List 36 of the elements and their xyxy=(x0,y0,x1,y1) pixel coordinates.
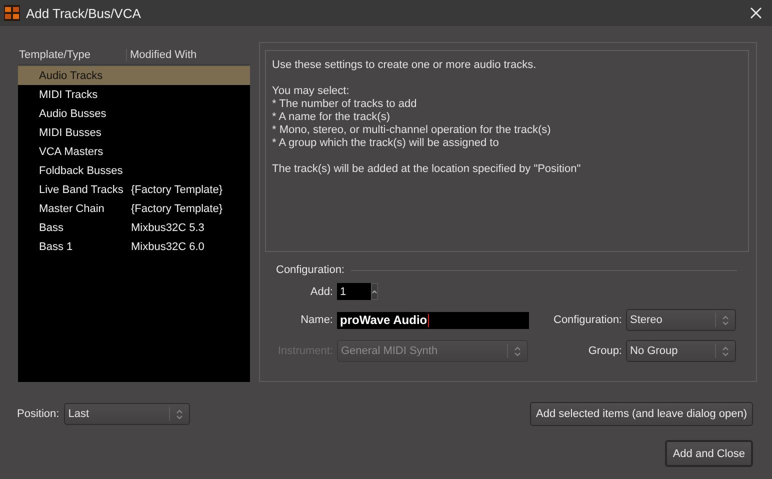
template-row[interactable]: MIDI Tracks xyxy=(18,85,250,104)
section-title: Configuration: xyxy=(276,264,344,276)
dropdown[interactable]: Last xyxy=(64,403,190,425)
template-row[interactable]: Master Chain {Factory Template} xyxy=(18,199,250,218)
description-text: Use these settings to create one or more audio tracks. xyxy=(272,59,538,72)
template-row[interactable]: Foldback Busses xyxy=(18,161,250,180)
close-button[interactable] xyxy=(748,5,764,21)
field-label: Position: xyxy=(17,408,60,420)
count-spinbox[interactable]: 1 xyxy=(337,283,378,300)
column-header[interactable]: Template/Type xyxy=(18,49,127,61)
updown-arrows-icon xyxy=(722,314,729,326)
description-text: The track(s) will be added at the location specified by "Position" xyxy=(272,163,582,176)
template-row[interactable]: Audio Busses xyxy=(18,104,250,123)
template-row[interactable]: Bass 1 Mixbus32C 6.0 xyxy=(18,237,250,256)
description-text: You may select: * The number of tracks to add * A name for the track(s) * Mono, stereo, or multi-channel operation for the track(s) * A group which the track(s) will be assigned to xyxy=(272,85,552,150)
template-row[interactable]: Live Band Tracks {Factory Template} xyxy=(18,180,250,199)
window-title: Add Track/Bus/VCA xyxy=(26,6,142,20)
template-row[interactable]: Bass Mixbus32C 5.3 xyxy=(18,218,250,237)
field-label: Add: xyxy=(309,286,333,298)
dialog-button[interactable]: Add selected items (and leave dialog open) xyxy=(530,402,753,426)
dropdown[interactable]: No Group xyxy=(626,340,736,362)
name-field[interactable]: proWave Audio xyxy=(337,312,529,328)
dialog-button[interactable]: Add and Close xyxy=(664,440,753,467)
template-row[interactable]: VCA Masters xyxy=(18,142,250,161)
field-label: Configuration: xyxy=(552,314,622,326)
field-label: Name: xyxy=(300,314,333,326)
field-label: Group: xyxy=(587,345,622,357)
app-logo-icon xyxy=(4,5,20,21)
updown-arrows-icon xyxy=(514,346,521,356)
dropdown[interactable]: Stereo xyxy=(626,309,736,331)
template-row[interactable]: Audio Tracks xyxy=(18,66,250,85)
column-header[interactable]: Modified With xyxy=(130,49,197,61)
updown-arrows-icon xyxy=(722,346,729,356)
updown-arrows-icon xyxy=(176,408,184,420)
template-row[interactable]: MIDI Busses xyxy=(18,123,250,142)
close-icon xyxy=(750,7,762,19)
